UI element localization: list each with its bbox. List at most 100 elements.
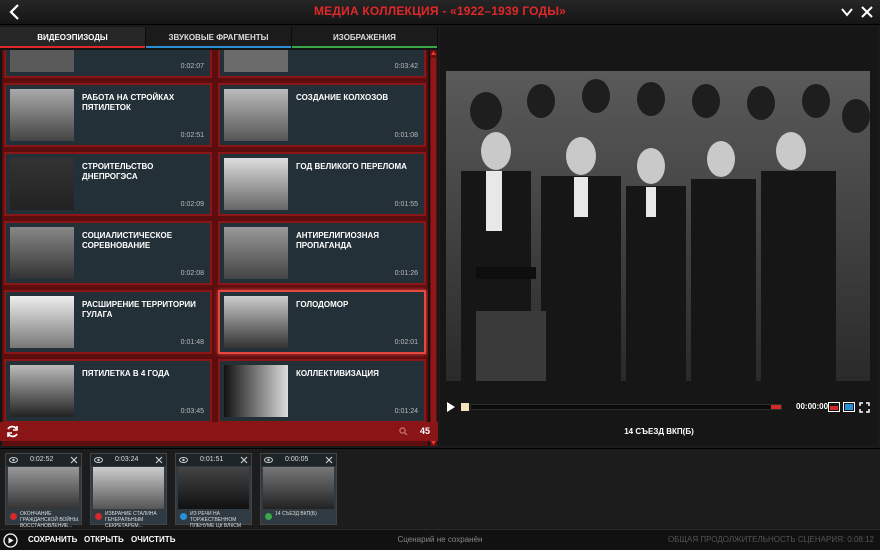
episode-thumbnail xyxy=(10,365,74,417)
scroll-up-icon[interactable] xyxy=(430,50,437,56)
episode-card[interactable]: СТРОИТЕЛЬСТВО ДНЕПРОГЭСА 0:02:09 xyxy=(4,152,212,216)
scenario-clip[interactable]: 0:03:24 ИЗБРАНИЕ СТАЛИНА ГЕНЕРАЛЬНЫМ СЕК… xyxy=(90,453,167,529)
episode-duration: 0:02:08 xyxy=(180,270,204,277)
episode-card[interactable]: РАБОТА НА СТРОЙКАХ ПЯТИЛЕТОК 0:02:51 xyxy=(4,83,212,147)
clip-thumbnail xyxy=(93,467,164,509)
episode-title: ГОЛОДОМОР xyxy=(296,300,349,309)
fullscreen-icon[interactable] xyxy=(859,402,870,413)
scenario-clip[interactable]: 0:01:51 ИЗ РЕЧИ НА ТОРЖЕСТВЕННОМ ПЛЕНУМЕ… xyxy=(175,453,252,529)
episode-card[interactable]: РАСШИРЕНИЕ ТЕРРИТОРИИ ГУЛАГА 0:01:48 xyxy=(4,290,212,354)
clip-thumbnail xyxy=(178,467,249,509)
video-frame[interactable] xyxy=(446,71,870,381)
clip-header: 0:01:51 xyxy=(176,454,251,466)
episode-thumbnail xyxy=(10,296,74,348)
eye-icon[interactable] xyxy=(9,457,18,463)
episode-thumbnail xyxy=(224,296,288,348)
tab-images[interactable]: ИЗОБРАЖЕНИЯ xyxy=(292,27,438,48)
tab-images-accent xyxy=(292,46,437,48)
episode-card[interactable]: СОЗДАНИЕ КОЛХОЗОВ 0:01:08 xyxy=(218,83,426,147)
layout-small-icon[interactable] xyxy=(828,402,840,412)
episode-card[interactable]: КОЛЛЕКТИВИЗАЦИЯ 0:01:24 xyxy=(218,359,426,423)
close-icon[interactable] xyxy=(70,456,78,464)
eye-icon[interactable] xyxy=(179,457,188,463)
episode-title: ПЯТИЛЕТКА В 4 ГОДА xyxy=(82,369,170,378)
episode-duration: 0:03:45 xyxy=(180,408,204,415)
episode-title: СОЦИАЛИСТИЧЕСКОЕ СОРЕВНОВАНИЕ xyxy=(82,231,173,250)
episode-scrollbar[interactable] xyxy=(430,50,437,446)
tab-video-label: ВИДЕОЭПИЗОДЫ xyxy=(37,33,108,42)
clip-thumbnail xyxy=(8,467,79,509)
clip-duration: 0:01:51 xyxy=(200,456,224,463)
episode-thumbnail xyxy=(224,50,288,72)
clip-type-dot xyxy=(10,513,17,520)
clip-duration: 0:03:24 xyxy=(115,456,139,463)
tab-audio-accent xyxy=(146,46,291,48)
scenario-clip[interactable]: 0:00:05 14 СЪЕЗД ВКП(Б) xyxy=(260,453,337,525)
clip-label: ИЗБРАНИЕ СТАЛИНА ГЕНЕРАЛЬНЫМ СЕКРЕТАРЕМ.… xyxy=(105,511,157,529)
progress-end-marker[interactable] xyxy=(771,405,781,409)
clip-header: 0:03:24 xyxy=(91,454,166,466)
episode-card[interactable]: ПЯТИЛЕТКА В 4 ГОДА 0:03:45 xyxy=(4,359,212,423)
episode-title: СОЗДАНИЕ КОЛХОЗОВ xyxy=(296,93,389,102)
clip-type-dot xyxy=(180,513,187,520)
timecode: 00:00:00 xyxy=(796,402,829,411)
clip-header: 0:02:52 xyxy=(6,454,81,466)
episode-card[interactable]: ГОД ВЕЛИКОГО ПЕРЕЛОМА 0:01:55 xyxy=(218,152,426,216)
total-duration: ОБЩАЯ ПРОДОЛЖИТЕЛЬНОСТЬ СЦЕНАРИЯ: 0:08:1… xyxy=(668,535,874,544)
clip-header: 0:00:05 xyxy=(261,454,336,466)
clip-duration: 0:00:05 xyxy=(285,456,309,463)
episode-duration: 0:01:48 xyxy=(180,339,204,346)
play-icon[interactable] xyxy=(446,402,456,412)
eye-icon[interactable] xyxy=(264,457,273,463)
search-bar: 45 xyxy=(0,422,438,441)
tab-video-accent xyxy=(0,46,145,48)
episode-thumbnail xyxy=(224,365,288,417)
result-count: 45 xyxy=(419,426,430,436)
tab-video[interactable]: ВИДЕОЭПИЗОДЫ xyxy=(0,27,146,48)
episode-thumbnail xyxy=(10,50,74,72)
clip-type-dot xyxy=(265,513,272,520)
clip-label: ИЗ РЕЧИ НА ТОРЖЕСТВЕННОМ ПЛЕНУМЕ ЦК ВЛКС… xyxy=(190,511,242,529)
clip-type-dot xyxy=(95,513,102,520)
episode-title: АНТИРЕЛИГИОЗНАЯ ПРОПАГАНДА xyxy=(296,231,380,250)
episode-title: ГОД ВЕЛИКОГО ПЕРЕЛОМА xyxy=(296,162,407,171)
player-panel: 00:00:00 14 СЪЕЗД ВКП(Б) xyxy=(440,27,878,445)
close-icon[interactable] xyxy=(240,456,248,464)
clip-thumbnail xyxy=(263,467,334,509)
episode-duration: 0:02:01 xyxy=(394,339,418,346)
episode-card[interactable]: АНТИРЕЛИГИОЗНАЯ ПРОПАГАНДА 0:01:26 xyxy=(218,221,426,285)
progress-bar[interactable] xyxy=(470,404,782,410)
episode-title: СТРОИТЕЛЬСТВО ДНЕПРОГЭСА xyxy=(82,162,154,181)
clip-label: 14 СЪЕЗД ВКП(Б) xyxy=(275,511,317,517)
episode-title: РАСШИРЕНИЕ ТЕРРИТОРИИ ГУЛАГА xyxy=(82,300,196,319)
media-list-panel: ВИДЕОЭПИЗОДЫ ЗВУКОВЫЕ ФРАГМЕНТЫ ИЗОБРАЖЕ… xyxy=(0,27,438,446)
close-icon[interactable] xyxy=(325,456,333,464)
episode-card[interactable]: 0:03:42 xyxy=(218,50,426,78)
stop-icon[interactable] xyxy=(460,402,470,412)
episode-duration: 0:02:07 xyxy=(180,63,204,70)
tab-audio[interactable]: ЗВУКОВЫЕ ФРАГМЕНТЫ xyxy=(146,27,292,48)
scenario-strip: 0:02:52 ОКОНЧАНИЕ ГРАЖДАНСКОЙ ВОЙНЫ. ВОС… xyxy=(0,448,880,529)
video-still xyxy=(446,71,870,381)
scenario-clip[interactable]: 0:02:52 ОКОНЧАНИЕ ГРАЖДАНСКОЙ ВОЙНЫ. ВОС… xyxy=(5,453,82,529)
refresh-icon[interactable] xyxy=(5,424,20,439)
episode-card[interactable]: 0:02:07 xyxy=(4,50,212,78)
clip-duration: 0:02:52 xyxy=(30,456,54,463)
close-icon[interactable] xyxy=(860,5,874,19)
episode-duration: 0:02:51 xyxy=(180,132,204,139)
eye-icon[interactable] xyxy=(94,457,103,463)
episode-title: КОЛЛЕКТИВИЗАЦИЯ xyxy=(296,369,379,378)
episode-thumbnail xyxy=(224,89,288,141)
episode-duration: 0:01:08 xyxy=(394,132,418,139)
bottom-bar: СОХРАНИТЬ ОТКРЫТЬ ОЧИСТИТЬ Сценарий не с… xyxy=(0,529,880,550)
episode-thumbnail xyxy=(10,158,74,210)
layout-large-icon[interactable] xyxy=(843,402,855,412)
close-icon[interactable] xyxy=(155,456,163,464)
chevron-down-icon[interactable] xyxy=(840,5,854,19)
episode-title: РАБОТА НА СТРОЙКАХ ПЯТИЛЕТОК xyxy=(82,93,175,112)
search-icon[interactable] xyxy=(399,427,408,436)
episode-card[interactable]: СОЦИАЛИСТИЧЕСКОЕ СОРЕВНОВАНИЕ 0:02:08 xyxy=(4,221,212,285)
episode-thumbnail xyxy=(10,89,74,141)
episode-card-selected[interactable]: ГОЛОДОМОР 0:02:01 xyxy=(218,290,426,354)
scrollbar-thumb[interactable] xyxy=(431,58,436,434)
